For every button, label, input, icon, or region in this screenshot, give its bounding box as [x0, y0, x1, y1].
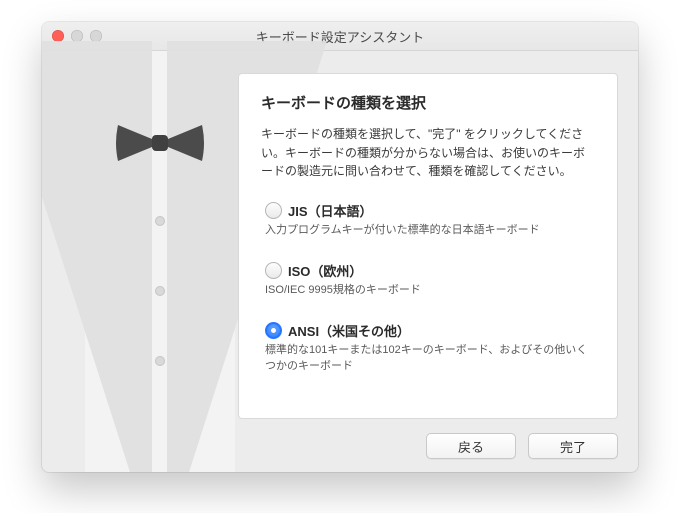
option-jis-label: JIS（日本語） [288, 201, 373, 220]
traffic-lights [52, 30, 102, 42]
radio-iso[interactable] [265, 262, 282, 279]
option-iso-label: ISO（欧州） [288, 261, 362, 280]
option-ansi[interactable]: ANSI（米国その他） 標準的な101キーまたは102キーのキーボード、およびそ… [265, 321, 595, 375]
content-pane: キーボードの種類を選択 キーボードの種類を選択して、"完了" をクリックしてくだ… [238, 73, 618, 419]
bowtie-icon [114, 119, 206, 167]
option-jis[interactable]: JIS（日本語） 入力プログラムキーが付いた標準的な日本語キーボード [265, 201, 595, 239]
option-ansi-description: 標準的な101キーまたは102キーのキーボード、およびその他いくつかのキーボード [265, 343, 595, 375]
instructions-text: キーボードの種類を選択して、"完了" をクリックしてください。キーボードの種類が… [261, 125, 595, 181]
shirt-stud-icon [155, 286, 165, 296]
page-title: キーボードの種類を選択 [261, 92, 595, 113]
titlebar[interactable]: キーボード設定アシスタント [42, 22, 638, 51]
shirt-stud-icon [155, 216, 165, 226]
radio-ansi[interactable] [265, 322, 282, 339]
option-jis-description: 入力プログラムキーが付いた標準的な日本語キーボード [265, 223, 595, 239]
option-iso-description: ISO/IEC 9995規格のキーボード [265, 283, 595, 299]
window-body: キーボードの種類を選択 キーボードの種類を選択して、"完了" をクリックしてくだ… [42, 51, 638, 472]
assistant-window: キーボード設定アシスタント [42, 22, 638, 472]
zoom-icon [90, 30, 102, 42]
back-button[interactable]: 戻る [426, 433, 516, 459]
keyboard-type-options: JIS（日本語） 入力プログラムキーが付いた標準的な日本語キーボード ISO（欧… [261, 201, 595, 375]
done-button[interactable]: 完了 [528, 433, 618, 459]
shirt-stud-icon [155, 356, 165, 366]
window-title: キーボード設定アシスタント [42, 27, 638, 46]
close-icon[interactable] [52, 30, 64, 42]
option-ansi-label: ANSI（米国その他） [288, 321, 410, 340]
footer-buttons: 戻る 完了 [426, 433, 618, 459]
option-iso[interactable]: ISO（欧州） ISO/IEC 9995規格のキーボード [265, 261, 595, 299]
minimize-icon [71, 30, 83, 42]
radio-jis[interactable] [265, 202, 282, 219]
